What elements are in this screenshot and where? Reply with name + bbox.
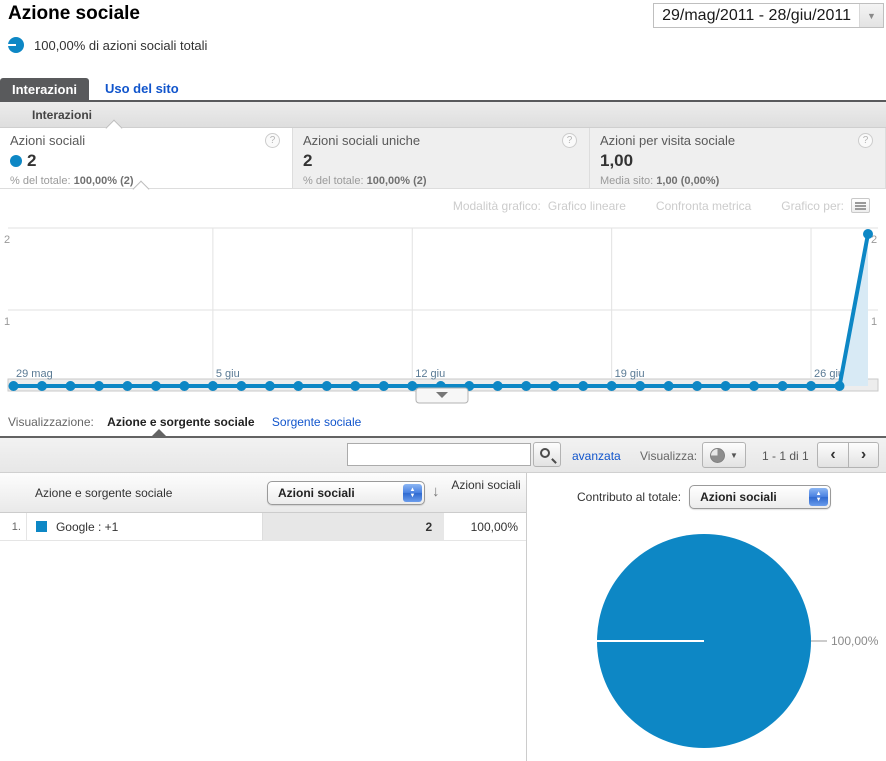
help-icon[interactable]: ?	[265, 133, 280, 148]
scorecard-footer-label: Media sito:	[600, 175, 653, 187]
active-view-caret	[152, 429, 166, 436]
search-icon	[540, 448, 550, 458]
scorecard-value: 1,00	[600, 151, 633, 171]
metric-group-label[interactable]: Interazioni	[0, 108, 92, 122]
scorecard-value: 2	[303, 151, 312, 171]
table-and-pie: Azione e sorgente sociale Azioni sociali…	[0, 473, 886, 761]
scorecard-azioni-sociali[interactable]: Azioni sociali ? 2 % del totale: 100,00%…	[0, 128, 293, 188]
svg-text:19 giu: 19 giu	[615, 368, 645, 380]
scorecard-footer-value: 100,00% (2)	[367, 175, 427, 187]
scorecard-footer-value: 100,00% (2)	[74, 175, 134, 187]
scorecard-title: Azioni sociali uniche	[303, 133, 579, 148]
select-stepper-icon: ▲▼	[403, 484, 422, 502]
scorecard-footer-value: 1,00 (0,00%)	[656, 175, 719, 187]
svg-text:1: 1	[871, 316, 877, 328]
graph-by-label: Grafico per:	[781, 199, 844, 213]
percentage-view-icon	[710, 448, 725, 463]
display-mode-button[interactable]: ▼	[702, 442, 746, 468]
tab-uso-del-sito[interactable]: Uso del sito	[105, 78, 179, 100]
row-dimension-cell: Google : +1	[27, 513, 263, 540]
ga-social-action-report: Azione sociale 29/mag/2011 - 28/giu/2011…	[0, 0, 886, 761]
scorecard-azioni-sociali-uniche[interactable]: Azioni sociali uniche ? 2 % del totale: …	[293, 128, 590, 188]
page-title: Azione sociale	[8, 3, 140, 25]
search-button[interactable]	[533, 442, 561, 467]
scorecard-footer-label: % del totale:	[303, 175, 364, 187]
scorecard-title: Azioni sociali	[10, 133, 282, 148]
svg-text:5 giu: 5 giu	[216, 368, 240, 380]
display-mode-label: Visualizza:	[640, 449, 697, 463]
table-header-row: Azione e sorgente sociale Azioni sociali…	[0, 473, 526, 513]
metric-group-bar: Interazioni	[0, 102, 886, 128]
scorecard-title: Azioni per visita sociale	[600, 133, 875, 148]
pagination-status: 1 - 1 di 1	[762, 449, 809, 463]
report-header: Azione sociale 29/mag/2011 - 28/giu/2011…	[0, 0, 886, 78]
metric-select-value: Azioni sociali	[278, 486, 355, 500]
svg-text:1: 1	[4, 316, 10, 328]
scorecard-footer-label: % del totale:	[10, 175, 71, 187]
metric-select[interactable]: Azioni sociali ▲▼	[267, 481, 425, 505]
chart-controls: Modalità grafico: Grafico lineare Confro…	[0, 189, 886, 222]
previous-page-button[interactable]: ‹	[817, 442, 848, 468]
report-tabs: Interazioni Uso del sito	[0, 78, 886, 102]
tab-interazioni[interactable]: Interazioni	[0, 78, 89, 100]
contribution-panel: Contributo al totale: Azioni sociali ▲▼ …	[527, 473, 885, 761]
timeline-chart-area: 112229 mag5 giu12 giu19 giu26 giu	[0, 222, 886, 405]
advanced-search-link[interactable]: avanzata	[572, 449, 621, 463]
metric-column-header[interactable]: Azioni sociali	[445, 478, 527, 493]
help-icon[interactable]: ?	[858, 133, 873, 148]
legend-text: 100,00% di azioni sociali totali	[34, 38, 207, 53]
chevron-down-icon[interactable]: ▼	[859, 4, 883, 27]
timeline-chart[interactable]: 112229 mag5 giu12 giu19 giu26 giu	[0, 222, 886, 405]
chart-mode-value[interactable]: Grafico lineare	[548, 199, 626, 213]
chart-mode-label: Modalità grafico:	[453, 199, 541, 213]
view-azione-e-sorgente[interactable]: Azione e sorgente sociale	[107, 415, 254, 429]
pie-legend-icon	[8, 37, 24, 53]
dimension-column-header[interactable]: Azione e sorgente sociale	[35, 486, 172, 500]
scorecards: Azioni sociali ? 2 % del totale: 100,00%…	[0, 128, 886, 189]
row-index: 1.	[0, 513, 27, 540]
scorecard-azioni-per-visita[interactable]: Azioni per visita sociale ? 1,00 Media s…	[590, 128, 886, 188]
pager: ‹ ›	[817, 442, 879, 468]
scorecard-value: 2	[27, 151, 36, 171]
search-input[interactable]	[347, 443, 531, 466]
date-range-selector[interactable]: 29/mag/2011 - 28/giu/2011 ▼	[653, 3, 884, 28]
svg-text:2: 2	[4, 234, 10, 246]
graph-by-day-icon[interactable]	[851, 198, 870, 213]
data-table: Azione e sorgente sociale Azioni sociali…	[0, 473, 527, 761]
sort-descending-icon[interactable]: ↓	[432, 483, 440, 500]
row-dimension-value[interactable]: Google : +1	[56, 520, 118, 534]
row-metric-value: 2	[262, 513, 444, 540]
date-range-value: 29/mag/2011 - 28/giu/2011	[654, 7, 859, 25]
view-switcher: Visualizzazione: Azione e sorgente socia…	[0, 405, 886, 438]
svg-text:12 giu: 12 giu	[415, 368, 445, 380]
contribution-pie-chart[interactable]: 100,00%	[527, 473, 885, 761]
chevron-down-icon: ▼	[730, 451, 738, 460]
next-page-button[interactable]: ›	[848, 442, 879, 468]
svg-text:29 mag: 29 mag	[16, 368, 53, 380]
view-sorgente-sociale[interactable]: Sorgente sociale	[272, 415, 361, 429]
series-dot-icon	[10, 155, 22, 167]
table-toolbar: avanzata Visualizza: ▼ 1 - 1 di 1 ‹ ›	[0, 438, 886, 473]
help-icon[interactable]: ?	[562, 133, 577, 148]
compare-metric-button[interactable]: Confronta metrica	[656, 199, 751, 213]
svg-text:100,00%: 100,00%	[831, 634, 879, 648]
series-legend: 100,00% di azioni sociali totali	[8, 37, 207, 53]
row-percent-value: 100,00%	[444, 513, 526, 540]
view-switcher-label: Visualizzazione:	[8, 415, 94, 429]
table-row[interactable]: 1. Google : +1 2 100,00%	[0, 513, 526, 541]
series-swatch-icon	[36, 521, 47, 532]
